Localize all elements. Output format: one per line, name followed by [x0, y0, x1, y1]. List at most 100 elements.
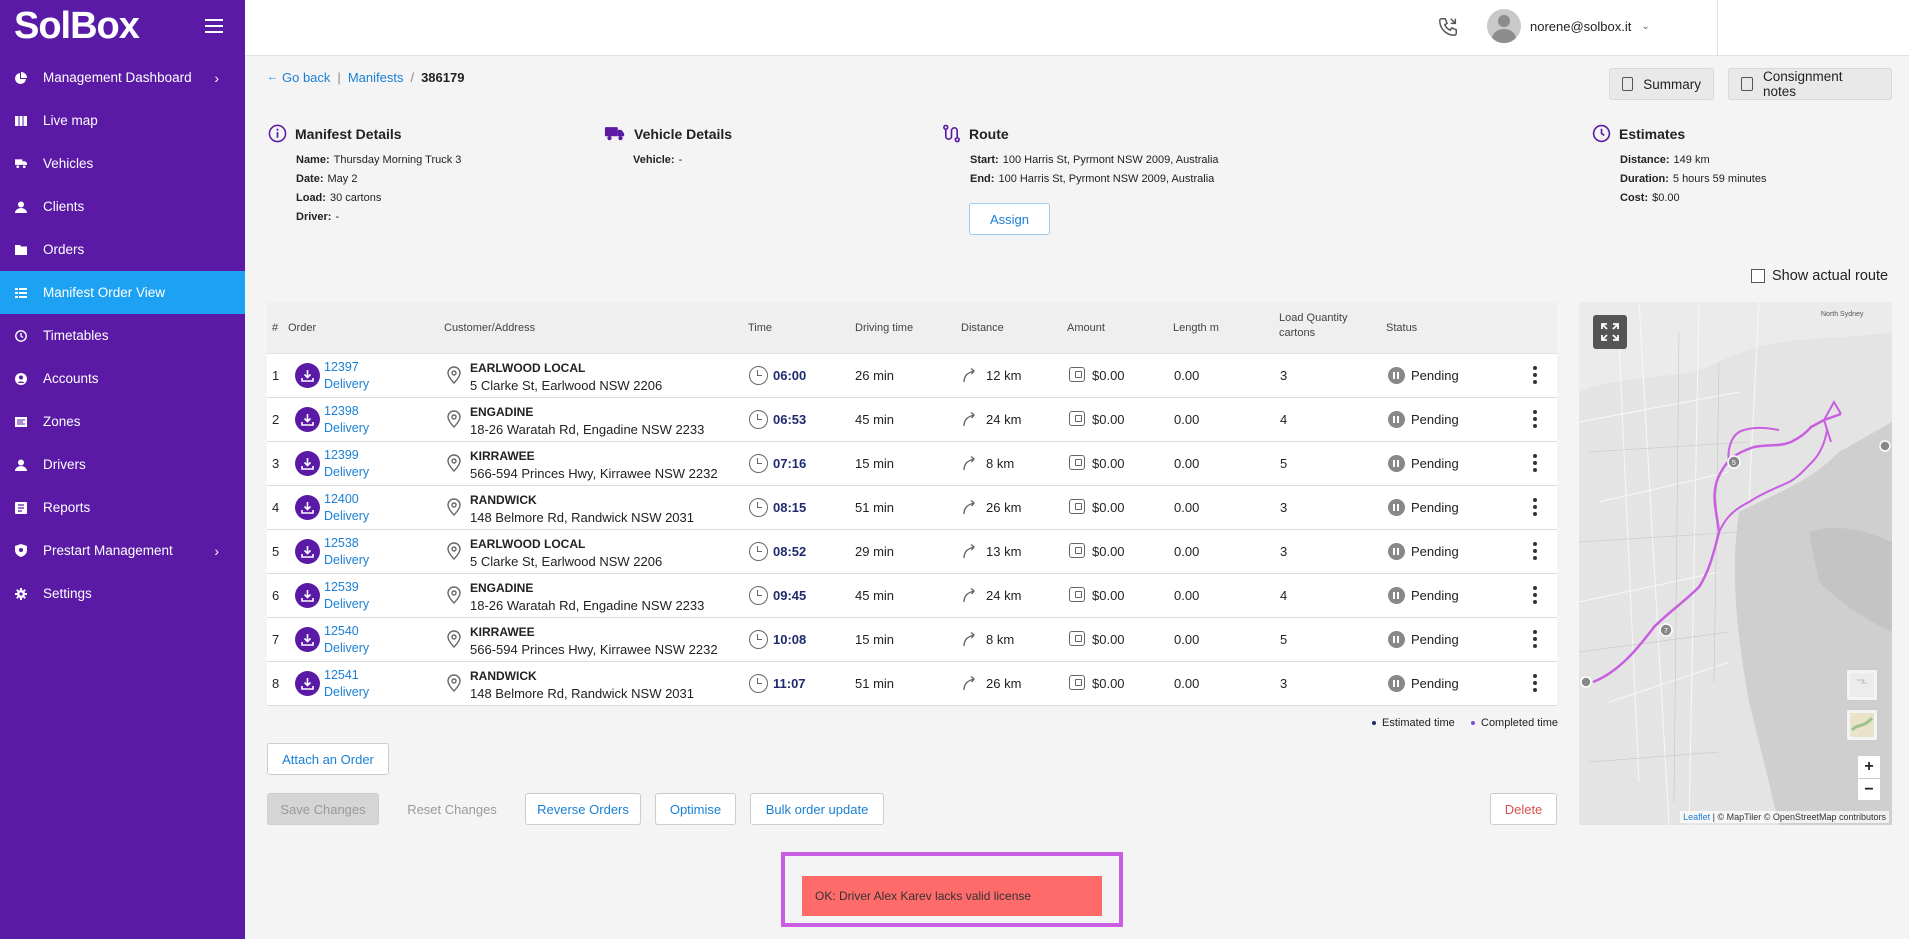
bulk-order-update-button[interactable]: Bulk order update	[750, 793, 884, 825]
delete-button[interactable]: Delete	[1490, 793, 1557, 825]
map-layer-plain-button[interactable]	[1846, 669, 1878, 701]
distance-icon	[962, 411, 978, 427]
customer-cell: RANDWICK 148 Belmore Rd, Randwick NSW 203…	[470, 667, 694, 702]
fullscreen-icon[interactable]	[1593, 315, 1627, 349]
manifest-load-row: Load: 30 cartons	[296, 189, 461, 208]
order-link[interactable]: 12400 Delivery	[324, 491, 369, 525]
sidebar-item-orders[interactable]: Orders	[0, 228, 245, 271]
optimise-button[interactable]: Optimise	[655, 793, 736, 825]
sidebar-item-accounts[interactable]: Accounts	[0, 357, 245, 400]
more-vertical-icon[interactable]	[1533, 542, 1537, 560]
order-number: 12400	[324, 492, 359, 506]
route-start: 100 Harris St, Pyrmont NSW 2009, Austral…	[1002, 154, 1219, 166]
order-link[interactable]: 12539 Delivery	[324, 579, 369, 613]
sidebar-item-timetables[interactable]: Timetables	[0, 314, 245, 357]
pause-icon	[1388, 455, 1405, 472]
sidebar-item-management-dashboard[interactable]: Management Dashboard ›	[0, 56, 245, 99]
order-link[interactable]: 12399 Delivery	[324, 447, 369, 481]
map-marker[interactable]	[1580, 676, 1592, 688]
amount: $0.00	[1092, 588, 1125, 603]
table-row[interactable]: 5 12538 Delivery EARLWOOD LOCAL 5 Clarke St,…	[267, 530, 1557, 574]
distance-icon	[962, 675, 978, 691]
table-row[interactable]: 8 12541 Delivery RANDWICK 148 Belmore Rd, Ra…	[267, 662, 1557, 706]
map-marker[interactable]	[1879, 440, 1891, 452]
order-link[interactable]: 12540 Delivery	[324, 623, 369, 657]
sidebar-item-prestart-management[interactable]: Prestart Management ›	[0, 529, 245, 572]
more-vertical-icon[interactable]	[1533, 454, 1537, 472]
phone-icon[interactable]	[1437, 16, 1459, 38]
sidebar-item-zones[interactable]: Zones	[0, 400, 245, 443]
zoom-out-button[interactable]: −	[1858, 778, 1880, 800]
legend-completed-dot	[1471, 721, 1475, 725]
distance: 26 km	[986, 500, 1022, 515]
toast-message: OK: Driver Alex Karev lacks valid licens…	[815, 889, 1032, 903]
amount: $0.00	[1092, 500, 1125, 515]
avatar	[1487, 9, 1521, 43]
sidebar-item-drivers[interactable]: Drivers	[0, 443, 245, 486]
save-changes-button[interactable]: Save Changes	[267, 793, 379, 825]
customer-address: 148 Belmore Rd, Randwick NSW 2031	[470, 686, 694, 701]
truck-icon	[604, 127, 625, 141]
table-row[interactable]: 1 12397 Delivery EARLWOOD LOCAL 5 Clarke St,…	[267, 354, 1557, 398]
order-type: Delivery	[324, 509, 370, 523]
reset-changes-button[interactable]: Reset Changes	[393, 793, 511, 825]
amount: $0.00	[1092, 412, 1125, 427]
driving-time: 26 min	[855, 368, 895, 383]
go-back-link[interactable]: ← Go back	[267, 70, 330, 85]
zoom-in-button[interactable]: +	[1858, 756, 1880, 778]
sidebar-item-vehicles[interactable]: Vehicles	[0, 142, 245, 185]
map-marker-label: 5	[1732, 460, 1736, 467]
reverse-orders-button[interactable]: Reverse Orders	[525, 793, 641, 825]
more-vertical-icon[interactable]	[1533, 586, 1537, 604]
order-link[interactable]: 12397 Delivery	[324, 359, 369, 393]
table-row[interactable]: 2 12398 Delivery ENGADINE 18-26 Waratah Rd, …	[267, 398, 1557, 442]
app-logo[interactable]: SolBox	[14, 5, 140, 48]
manifests-link[interactable]: Manifests	[348, 70, 404, 85]
location-pin-icon	[447, 674, 461, 692]
legend-estimated: Estimated time	[1372, 717, 1455, 729]
estimate-distance: 149 km	[1673, 154, 1710, 166]
more-vertical-icon[interactable]	[1533, 498, 1537, 516]
more-vertical-icon[interactable]	[1533, 366, 1537, 384]
table-row[interactable]: 6 12539 Delivery ENGADINE 18-26 Waratah Rd, …	[267, 574, 1557, 618]
consignment-notes-button[interactable]: Consignment notes	[1728, 68, 1892, 100]
order-type: Delivery	[324, 465, 370, 479]
show-actual-route-toggle[interactable]: Show actual route	[1751, 268, 1888, 284]
show-actual-route-checkbox[interactable]	[1751, 269, 1765, 283]
sidebar-item-clients[interactable]: Clients	[0, 185, 245, 228]
summary-button[interactable]: Summary	[1609, 68, 1714, 100]
table-row[interactable]: 3 12399 Delivery KIRRAWEE 566-594 Princes Hw…	[267, 442, 1557, 486]
more-vertical-icon[interactable]	[1533, 674, 1537, 692]
order-link[interactable]: 12398 Delivery	[324, 403, 369, 437]
pause-icon	[1388, 675, 1405, 692]
order-link[interactable]: 12541 Delivery	[324, 667, 369, 701]
document-icon	[1622, 77, 1634, 91]
toast-notification[interactable]: OK: Driver Alex Karev lacks valid licens…	[802, 876, 1102, 916]
sidebar-item-live-map[interactable]: Live map	[0, 99, 245, 142]
menu-toggle-icon[interactable]	[205, 19, 223, 33]
attach-order-button[interactable]: Attach an Order	[267, 743, 389, 775]
map-layer-satellite-button[interactable]	[1846, 709, 1878, 741]
order-time: 10:08	[773, 632, 807, 647]
wallet-icon	[1069, 367, 1085, 382]
map-attribution-text: | © MapTiler © OpenStreetMap contributor…	[1712, 812, 1886, 822]
customer-cell: ENGADINE 18-26 Waratah Rd, Engadine NSW 2…	[470, 579, 704, 614]
sidebar-item-manifest-order-view[interactable]: Manifest Order View	[0, 271, 245, 314]
route-map[interactable]: 5 7 North Sydney + − Leaflet | © MapTile…	[1579, 302, 1892, 825]
customer-name: KIRRAWEE	[470, 625, 535, 639]
order-link[interactable]: 12538 Delivery	[324, 535, 369, 569]
col-status: Status	[1386, 321, 1418, 334]
vehicle-details: Vehicle Details Vehicle: -	[604, 124, 732, 170]
table-row[interactable]: 4 12400 Delivery RANDWICK 148 Belmore Rd, Ra…	[267, 486, 1557, 530]
info-icon	[268, 124, 287, 143]
sidebar-item-reports[interactable]: Reports	[0, 486, 245, 529]
sidebar-item-settings[interactable]: Settings	[0, 572, 245, 615]
assign-button[interactable]: Assign	[969, 203, 1050, 235]
legend-estimated-label: Estimated time	[1382, 717, 1455, 729]
more-vertical-icon[interactable]	[1533, 410, 1537, 428]
user-menu[interactable]: norene@solbox.it ⌄	[1487, 9, 1650, 43]
more-vertical-icon[interactable]	[1533, 630, 1537, 648]
leaflet-link[interactable]: Leaflet	[1683, 812, 1710, 822]
estimates-title: Estimates	[1619, 125, 1686, 142]
table-row[interactable]: 7 12540 Delivery KIRRAWEE 566-594 Princes Hw…	[267, 618, 1557, 662]
